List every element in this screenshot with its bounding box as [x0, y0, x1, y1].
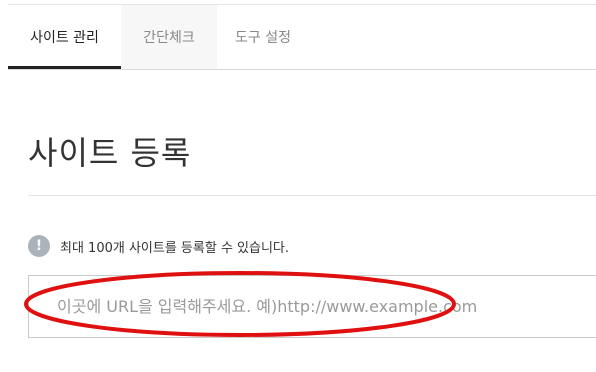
exclamation-circle-icon: !: [28, 235, 50, 257]
page-title: 사이트 등록: [28, 134, 192, 172]
url-input-box: [28, 275, 596, 338]
tab-tool-settings[interactable]: 도구 설정: [217, 5, 309, 69]
tab-simple-check[interactable]: 간단체크: [121, 5, 217, 69]
url-input[interactable]: [29, 276, 596, 337]
notice-text: 최대 100개 사이트를 등록할 수 있습니다.: [60, 240, 290, 256]
title-divider: [28, 195, 596, 196]
notice: ! 최대 100개 사이트를 등록할 수 있습니다.: [28, 234, 289, 258]
tab-bar: 사이트 관리 간단체크 도구 설정: [8, 5, 596, 70]
tab-site-manage[interactable]: 사이트 관리: [8, 5, 121, 69]
